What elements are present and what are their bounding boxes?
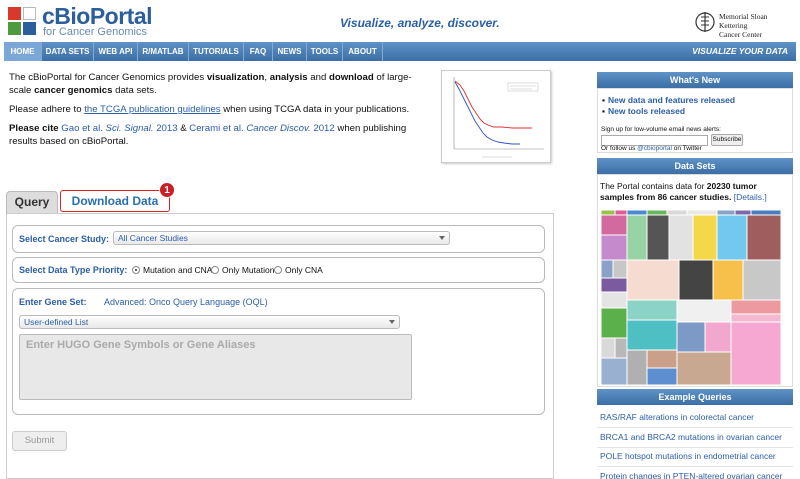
submit-button[interactable]: Submit [12,431,67,451]
gao-citation-link[interactable]: Gao et al. Sci. Signal. 2013 [61,123,177,134]
nav-tutorials[interactable]: TUTORIALS [189,42,244,61]
divider [597,427,793,428]
logo-subtitle: for Cancer Genomics [43,26,147,38]
example-query-pten[interactable]: Protein changes in PTEN-altered ovarian … [600,471,782,479]
chevron-down-icon [439,236,445,240]
mskcc-logo[interactable]: Memorial Sloan Kettering Cancer Center [695,8,795,39]
gene-list-select[interactable]: User-defined List [19,315,400,329]
radio-only-mutation[interactable]: Only Mutation [211,265,274,275]
nav-r-matlab[interactable]: R/MATLAB [138,42,189,61]
nav-tools[interactable]: TOOLS [307,42,343,61]
signup-text: Sign up for low-volume email news alerts… [601,126,721,133]
news-item-data[interactable]: New data and features released [602,95,735,105]
chevron-down-icon [389,320,395,324]
twitter-text: Or follow us @cbioportal on Twitter [601,145,702,152]
nav-faq[interactable]: FAQ [244,42,273,61]
site-header: cBioPortal for Cancer Genomics Visualize… [0,0,800,42]
oql-link[interactable]: Advanced: Onco Query Language (OQL) [104,297,268,307]
nav-home[interactable]: HOME [4,42,42,61]
tagline: Visualize, analyze, discover. [340,16,500,30]
twitter-link[interactable]: @cbioportal [637,145,672,152]
intro-paragraph-1: The cBioPortal for Cancer Genomics provi… [9,72,412,96]
mskcc-emblem-icon [695,12,715,32]
studies-treemap[interactable] [601,210,781,385]
mskcc-text: Memorial Sloan Kettering Cancer Center [719,12,795,39]
mskcc-line2: Cancer Center [719,30,763,39]
data-type-priority-label: Select Data Type Priority: [19,265,128,275]
radio-selected-icon [132,266,140,274]
nav-web-api[interactable]: WEB API [94,42,138,61]
mskcc-line1: Memorial Sloan Kettering [719,12,768,30]
tab-download-data[interactable]: Download Data [60,190,170,212]
details-link[interactable]: [Details.] [734,192,767,202]
news-item-tools[interactable]: New tools released [602,106,685,116]
main-nav: HOME DATA SETS WEB API R/MATLAB TUTORIAL… [4,42,796,61]
example-query-pole[interactable]: POLE hotspot mutations in endometrial ca… [600,451,776,461]
radio-only-cna[interactable]: Only CNA [274,265,323,275]
radio-mutation-and-cna[interactable]: Mutation and CNA [132,265,212,275]
data-sets-header: Data Sets [597,158,793,174]
divider [597,447,793,448]
gene-set-label: Enter Gene Set: [19,297,87,307]
intro-paragraph-3: Please cite Gao et al. Sci. Signal. 2013… [9,123,407,147]
intro-text: The cBioPortal for Cancer Genomics provi… [9,71,431,154]
intro-paragraph-2: Please adhere to the TCGA publication gu… [9,104,410,115]
nav-news[interactable]: NEWS [273,42,307,61]
radio-unselected-icon [211,266,219,274]
nav-data-sets[interactable]: DATA SETS [42,42,94,61]
cancer-study-label: Select Cancer Study: [19,234,110,244]
whats-new-header: What's New [597,72,793,88]
nav-visualize-your-data[interactable]: VISUALIZE YOUR DATA [692,42,788,61]
example-query-ras-raf[interactable]: RAS/RAF alterations in colorectal cancer [600,412,754,422]
gene-list-value: User-defined List [24,317,89,327]
step-badge: 1 [159,182,175,198]
cerami-citation-link[interactable]: Cerami et al. Cancer Discov. 2012 [189,123,334,134]
subscribe-button[interactable]: Subscribe [711,134,743,146]
nav-about[interactable]: ABOUT [343,42,383,61]
example-query-brca[interactable]: BRCA1 and BRCA2 mutations in ovarian can… [600,432,782,442]
logo-icon [8,7,38,37]
radio-unselected-icon [274,266,282,274]
gene-input[interactable]: Enter HUGO Gene Symbols or Gene Aliases [19,334,412,400]
survival-plot-thumbnail[interactable] [441,70,551,163]
cancer-study-select[interactable]: All Cancer Studies [113,231,450,245]
example-queries-header: Example Queries [597,389,793,405]
cbioportal-logo[interactable]: cBioPortal for Cancer Genomics [8,3,178,38]
cancer-study-value: All Cancer Studies [118,233,188,243]
survival-curve-image [453,77,544,158]
tcga-guidelines-link[interactable]: the TCGA publication guidelines [84,104,220,115]
divider [597,466,793,467]
tab-query[interactable]: Query [6,191,58,214]
data-sets-summary: The Portal contains data for 20230 tumor… [600,181,767,202]
